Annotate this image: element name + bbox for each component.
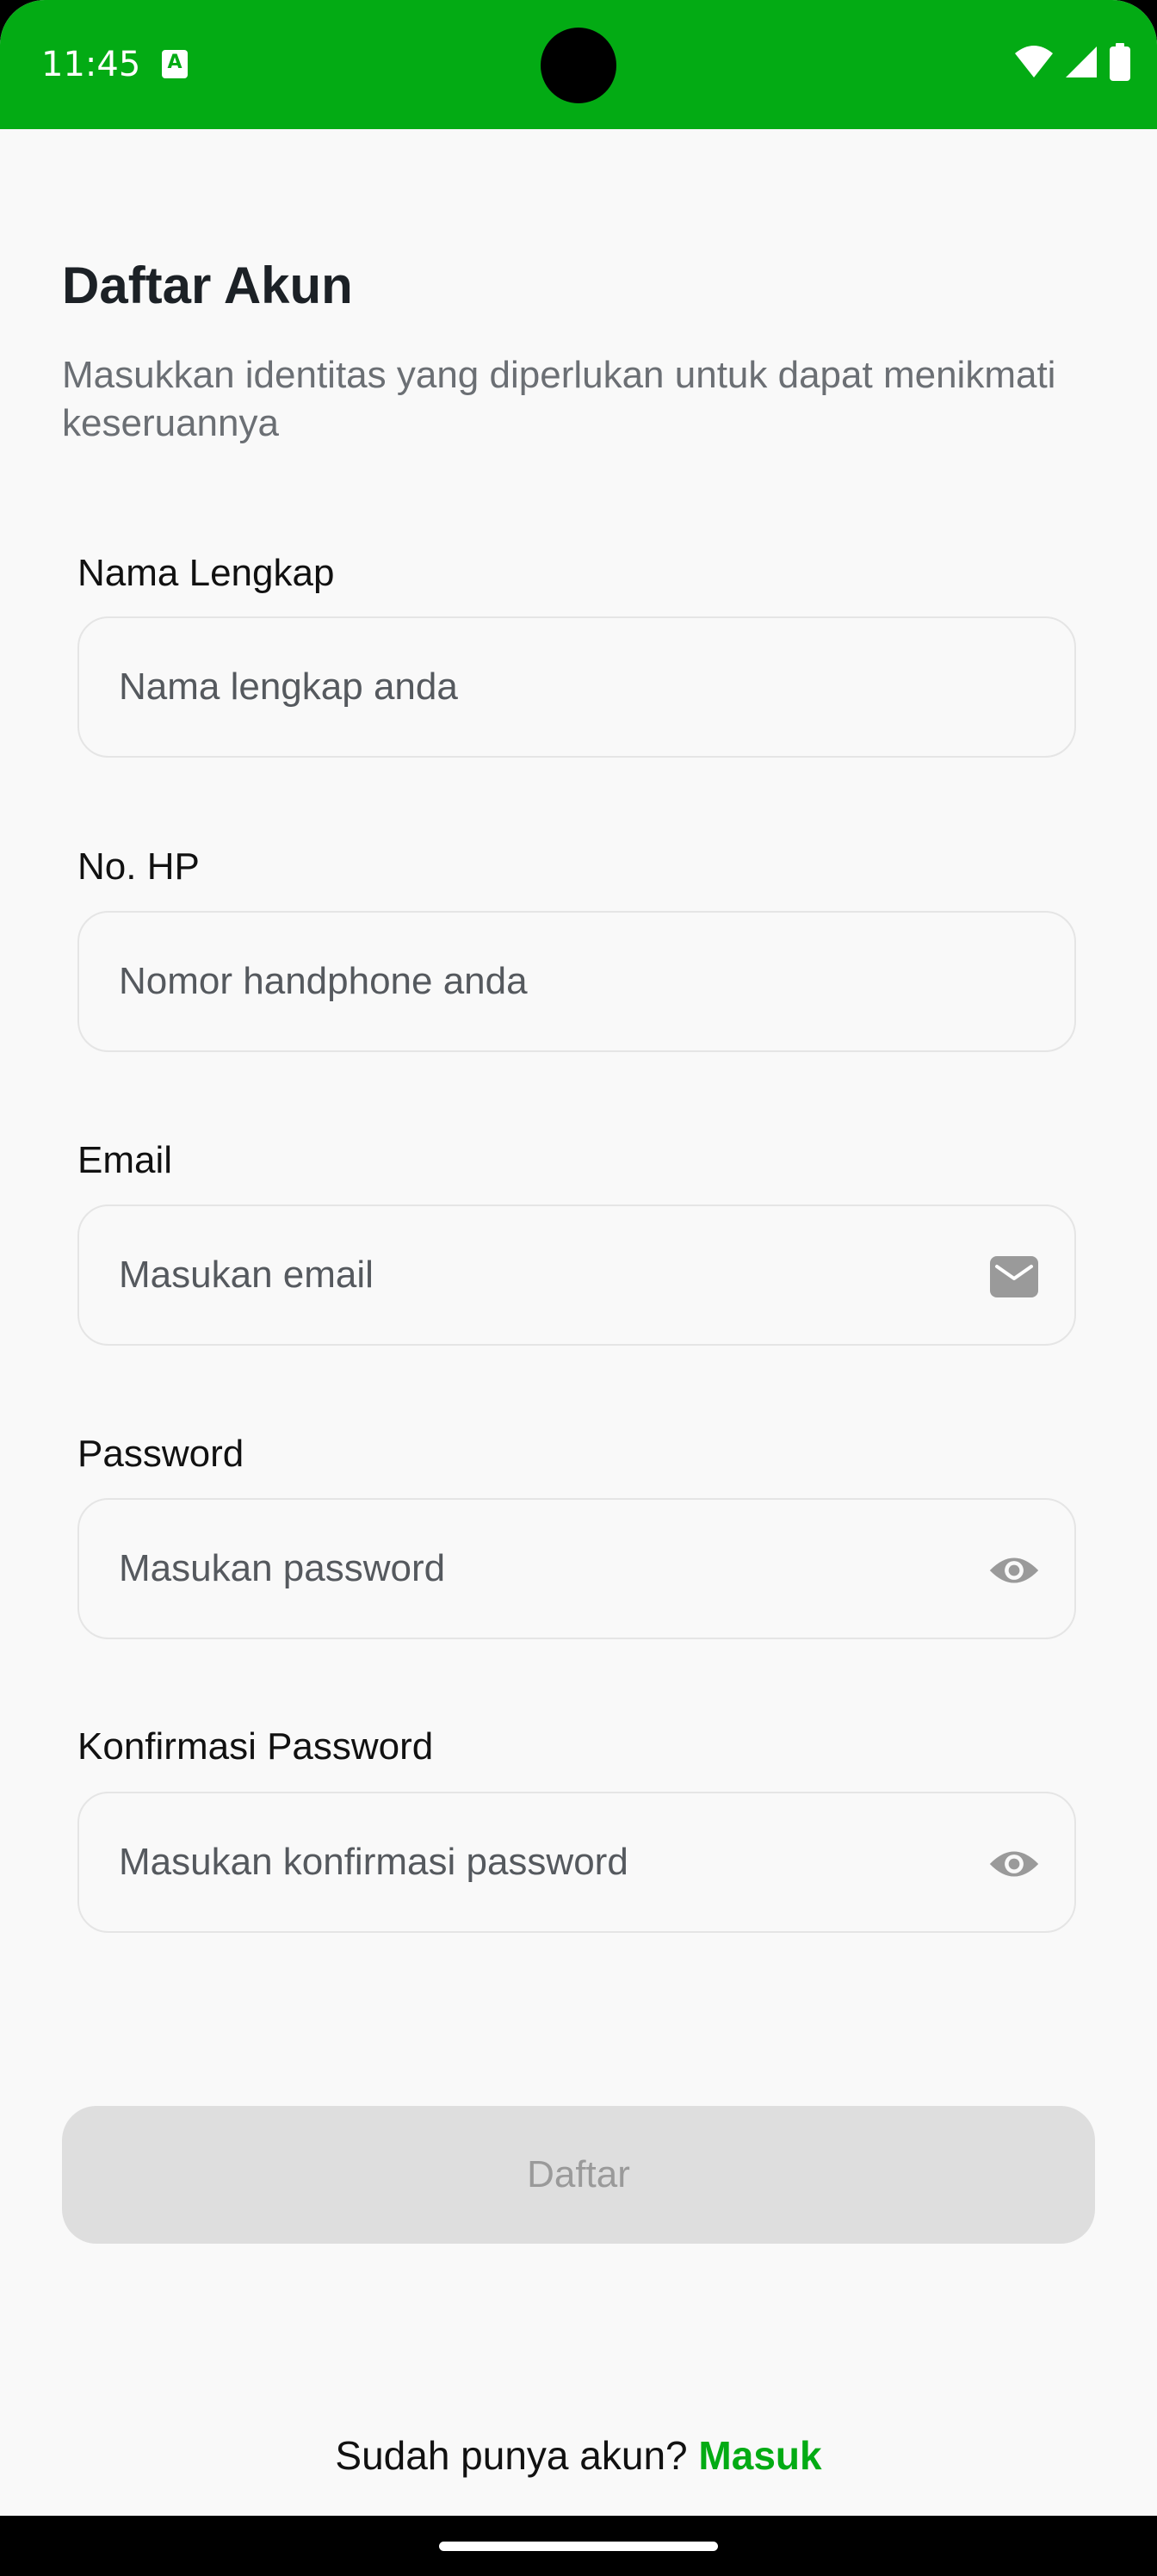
confirm-password-label: Konfirmasi Password — [77, 1725, 434, 1768]
email-field[interactable] — [77, 1204, 1076, 1346]
password-field[interactable] — [77, 1498, 1076, 1639]
login-link[interactable]: Masuk — [698, 2433, 821, 2478]
phone-label: No. HP — [77, 845, 200, 888]
eye-icon[interactable] — [988, 1545, 1040, 1596]
battery-icon — [1109, 42, 1131, 85]
camera-cutout — [541, 28, 616, 103]
confirm-password-field[interactable] — [77, 1792, 1076, 1933]
mail-icon — [988, 1251, 1040, 1303]
app-notification-icon: A — [162, 50, 188, 78]
status-bar: 11:45 A — [0, 0, 1157, 129]
status-time: 11:45 — [41, 45, 141, 84]
status-icons — [1014, 42, 1131, 85]
signal-icon — [1064, 45, 1098, 84]
password-input[interactable] — [119, 1500, 945, 1638]
eye-icon[interactable] — [988, 1838, 1040, 1890]
wifi-icon — [1014, 45, 1054, 84]
login-prompt: Sudah punya akun? Masuk — [0, 2428, 1157, 2483]
password-label: Password — [77, 1433, 244, 1475]
full-name-input[interactable] — [119, 618, 945, 756]
phone-input[interactable] — [119, 913, 945, 1050]
full-name-label: Nama Lengkap — [77, 552, 335, 594]
page-subtitle: Masukkan identitas yang diperlukan untuk… — [62, 354, 1056, 444]
gesture-nav-handle[interactable] — [439, 2542, 718, 2551]
app-screen: 11:45 A Daftar Akun Masukkan identitas y… — [0, 0, 1157, 2516]
email-input[interactable] — [119, 1206, 945, 1344]
login-prompt-text: Sudah punya akun? — [335, 2433, 688, 2478]
register-button[interactable]: Daftar — [62, 2106, 1095, 2244]
phone-field[interactable] — [77, 911, 1076, 1052]
email-label: Email — [77, 1139, 173, 1181]
confirm-password-input[interactable] — [119, 1793, 945, 1931]
page-title: Daftar Akun — [62, 257, 353, 314]
full-name-field[interactable] — [77, 616, 1076, 758]
